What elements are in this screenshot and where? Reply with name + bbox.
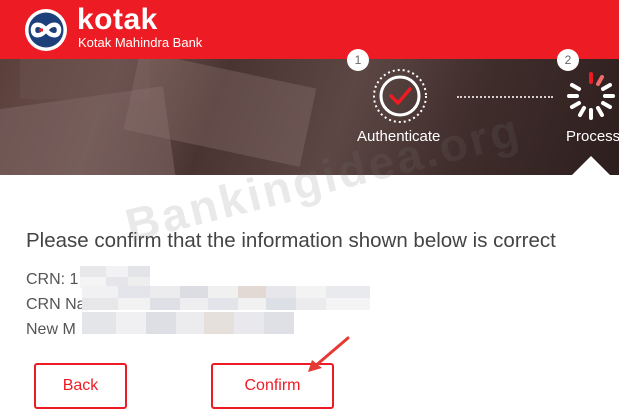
step-banner xyxy=(0,59,619,175)
redaction-pixel xyxy=(82,286,118,298)
redacted-value-crn xyxy=(80,266,150,288)
step-2-number: 2 xyxy=(557,49,579,71)
redaction-pixel xyxy=(208,286,238,298)
redacted-value-new-mobile xyxy=(82,312,294,334)
crn-name-label: CRN Na xyxy=(26,296,86,313)
redaction-pixel xyxy=(234,312,264,334)
redaction-pixel xyxy=(180,298,208,310)
step-connector xyxy=(457,96,553,98)
redaction-pixel xyxy=(208,298,238,310)
redaction-pixel xyxy=(146,312,176,334)
annotation-arrow-icon xyxy=(308,336,350,372)
redaction-pixel xyxy=(82,312,116,334)
redaction-pixel xyxy=(118,298,150,310)
redaction-pixel xyxy=(176,312,204,334)
redaction-pixel xyxy=(296,298,326,310)
redaction-pixel xyxy=(118,286,150,298)
new-mobile-label: New M xyxy=(26,321,76,338)
redaction-pixel xyxy=(128,266,150,277)
kotak-infinity-logo-icon[interactable] xyxy=(24,8,68,52)
redaction-pixel xyxy=(264,312,294,334)
redaction-pixel xyxy=(238,298,266,310)
redaction-pixel xyxy=(266,298,296,310)
redaction-pixel xyxy=(326,286,370,298)
redacted-value-crn-name xyxy=(82,286,370,310)
active-step-pointer xyxy=(572,156,610,175)
redaction-pixel xyxy=(266,286,296,298)
redaction-pixel xyxy=(80,266,106,277)
redaction-pixel xyxy=(150,286,180,298)
redaction-pixel xyxy=(180,286,208,298)
crn-label: CRN: 1 xyxy=(26,271,79,288)
redaction-pixel xyxy=(296,286,326,298)
page-title: Please confirm that the information show… xyxy=(26,229,556,252)
step-1-number: 1 xyxy=(347,49,369,71)
back-button[interactable]: Back xyxy=(34,363,127,409)
brand-subtitle: Kotak Mahindra Bank xyxy=(78,35,203,50)
redaction-pixel xyxy=(82,298,118,310)
redaction-pixel xyxy=(238,286,266,298)
brand-name: kotak xyxy=(77,3,158,36)
redaction-pixel xyxy=(106,266,128,277)
step-label-authenticate: Authenticate xyxy=(357,128,441,145)
redaction-pixel xyxy=(204,312,234,334)
check-icon xyxy=(373,69,427,123)
loading-spinner-icon xyxy=(567,72,615,120)
redaction-pixel xyxy=(116,312,146,334)
redaction-pixel xyxy=(150,298,180,310)
site-header: kotak Kotak Mahindra Bank xyxy=(0,0,619,59)
redaction-pixel xyxy=(326,298,370,310)
step-label-process: Process xyxy=(566,128,619,145)
